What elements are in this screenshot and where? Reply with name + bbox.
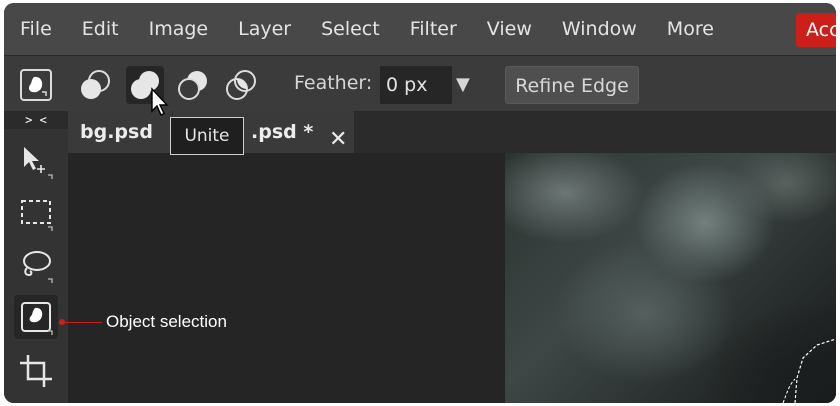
app-window: File Edit Image Layer Select Filter View… bbox=[4, 3, 836, 403]
tab-second-label: .psd * bbox=[251, 121, 314, 143]
annotation-line bbox=[62, 322, 102, 323]
menu-filter[interactable]: Filter bbox=[395, 3, 472, 55]
menu-edit[interactable]: Edit bbox=[67, 3, 134, 55]
options-bar: Feather: 0 px ▼ Refine Edge bbox=[4, 55, 836, 112]
subtract-icon bbox=[178, 71, 207, 100]
tool-lasso[interactable] bbox=[14, 243, 58, 287]
menu-select[interactable]: Select bbox=[306, 3, 395, 55]
current-tool-indicator bbox=[20, 69, 52, 101]
tools-panel: > < bbox=[4, 111, 68, 403]
crop-icon bbox=[20, 355, 52, 387]
menu-bar: File Edit Image Layer Select Filter View… bbox=[4, 3, 836, 55]
selection-outline bbox=[782, 338, 836, 403]
unite-tooltip: Unite bbox=[170, 117, 244, 155]
account-button[interactable]: Acc bbox=[796, 13, 836, 47]
intersect-icon bbox=[226, 70, 256, 100]
menu-window[interactable]: Window bbox=[547, 3, 652, 55]
tool-crop[interactable] bbox=[14, 349, 58, 393]
feather-input[interactable]: 0 px bbox=[380, 66, 452, 104]
tool-marquee[interactable] bbox=[14, 191, 58, 235]
menu-file[interactable]: File bbox=[4, 3, 67, 55]
selection-mode-subtract[interactable] bbox=[174, 66, 212, 104]
move-arrow-icon bbox=[24, 147, 53, 179]
object-selection-icon bbox=[28, 76, 47, 96]
tool-object-selection[interactable] bbox=[14, 295, 58, 339]
annotation-label: Object selection bbox=[106, 312, 227, 331]
feather-dropdown-arrow[interactable]: ▼ bbox=[456, 74, 470, 95]
feather-label: Feather: bbox=[294, 72, 373, 94]
selection-mode-intersect[interactable] bbox=[222, 66, 260, 104]
object-selection-tool-icon bbox=[21, 302, 53, 335]
menu-view[interactable]: View bbox=[472, 3, 547, 55]
tool-move[interactable] bbox=[14, 139, 58, 183]
mouse-cursor-icon bbox=[151, 87, 169, 116]
rectangle-select-icon bbox=[21, 200, 53, 231]
canvas-image[interactable] bbox=[505, 153, 836, 403]
new-selection-icon bbox=[81, 70, 110, 99]
lasso-icon bbox=[23, 251, 53, 283]
menu-layer[interactable]: Layer bbox=[223, 3, 306, 55]
refine-edge-button[interactable]: Refine Edge bbox=[505, 66, 639, 104]
selection-mode-new[interactable] bbox=[76, 66, 114, 104]
menu-image[interactable]: Image bbox=[134, 3, 224, 55]
panel-collapse-toggle[interactable]: > < bbox=[4, 111, 68, 129]
menu-more[interactable]: More bbox=[652, 3, 729, 55]
